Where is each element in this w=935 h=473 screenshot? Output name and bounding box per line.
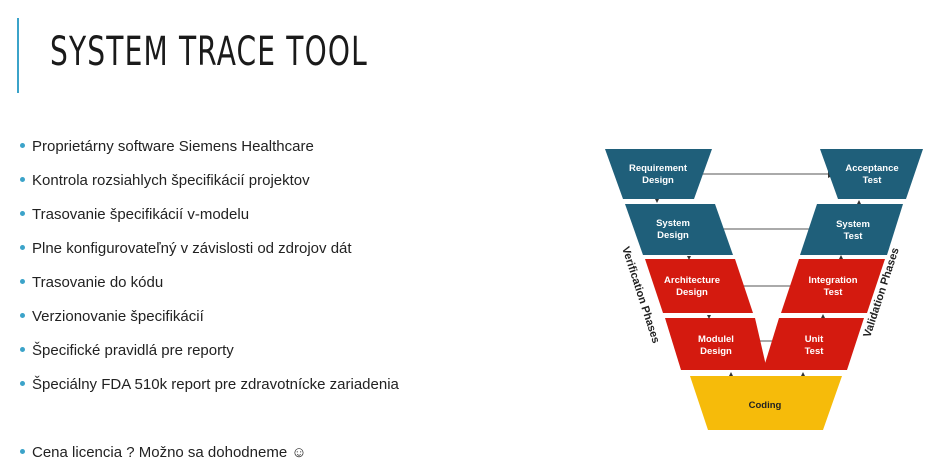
bullet-text: Kontrola rozsiahlych špecifikácií projek…: [32, 172, 310, 189]
svg-text:Design: Design: [676, 287, 708, 298]
bullet-item: Špecifické pravidlá pre reporty: [20, 341, 234, 361]
svg-text:Design: Design: [700, 346, 732, 357]
bullet-item: Cena licencia ? Možno sa dohodneme ☺: [20, 443, 307, 463]
svg-text:Design: Design: [642, 175, 674, 186]
bullet-text: Trasovanie do kódu: [32, 274, 164, 291]
svg-text:Coding: Coding: [749, 400, 782, 411]
bullet-text: Plne konfigurovateľný v závislosti od zd…: [32, 240, 352, 257]
architecture-design-block: Architecture Design: [645, 259, 753, 313]
bullet-dot-icon: [20, 380, 25, 386]
svg-text:Modulel: Modulel: [698, 334, 734, 345]
bullet-dot-icon: [20, 448, 25, 454]
bullet-item: Trasovanie špecifikácií v-modelu: [20, 205, 249, 225]
bullet-text: Verzionovanie špecifikácií: [32, 308, 204, 325]
bullet-item: Verzionovanie špecifikácií: [20, 307, 204, 327]
bullet-dot-icon: [20, 278, 25, 284]
svg-text:Design: Design: [657, 230, 689, 241]
bullet-dot-icon: [20, 210, 25, 216]
svg-text:Architecture: Architecture: [664, 275, 720, 286]
title-accent-bar: [17, 18, 19, 93]
svg-text:System: System: [836, 219, 870, 230]
unit-test-block: Unit Test: [763, 318, 864, 370]
requirement-design-block: Requirement Design: [605, 149, 712, 199]
module-design-block: Modulel Design: [665, 318, 767, 370]
bullet-text: Špecifické pravidlá pre reporty: [32, 342, 234, 359]
svg-text:System: System: [656, 218, 690, 229]
bullet-item: Trasovanie do kódu: [20, 273, 163, 293]
svg-text:Acceptance: Acceptance: [845, 163, 898, 174]
bullet-text: Cena licencia ? Možno sa dohodneme ☺: [32, 444, 307, 461]
svg-text:Requirement: Requirement: [629, 163, 688, 174]
bullet-text: Špeciálny FDA 510k report pre zdravotníc…: [32, 376, 399, 393]
bullet-item: Plne konfigurovateľný v závislosti od zd…: [20, 239, 352, 259]
svg-text:Unit: Unit: [805, 334, 824, 345]
svg-text:Test: Test: [824, 287, 844, 298]
bullet-dot-icon: [20, 176, 25, 182]
system-design-block: System Design: [625, 204, 733, 255]
svg-text:Test: Test: [844, 231, 864, 242]
coding-block: Coding: [690, 376, 842, 430]
integration-test-block: Integration Test: [781, 259, 885, 313]
system-test-block: System Test: [800, 204, 903, 255]
bullet-item: Špeciálny FDA 510k report pre zdravotníc…: [20, 375, 399, 395]
bullet-dot-icon: [20, 142, 25, 148]
bullet-dot-icon: [20, 346, 25, 352]
bullet-text: Proprietárny software Siemens Healthcare: [32, 138, 314, 155]
bullet-dot-icon: [20, 244, 25, 250]
bullet-text: Trasovanie špecifikácií v-modelu: [32, 206, 250, 223]
bullet-item: Kontrola rozsiahlych špecifikácií projek…: [20, 171, 310, 191]
bullet-item: Proprietárny software Siemens Healthcare: [20, 137, 314, 157]
slide-title: SYSTEM TRACE TOOL: [50, 29, 368, 75]
acceptance-test-block: Acceptance Test: [820, 149, 923, 199]
bullet-dot-icon: [20, 312, 25, 318]
v-model-diagram: Requirement Design System Design Archite…: [595, 140, 930, 440]
svg-text:Integration: Integration: [808, 275, 857, 286]
svg-text:Test: Test: [805, 346, 825, 357]
svg-text:Test: Test: [863, 175, 883, 186]
